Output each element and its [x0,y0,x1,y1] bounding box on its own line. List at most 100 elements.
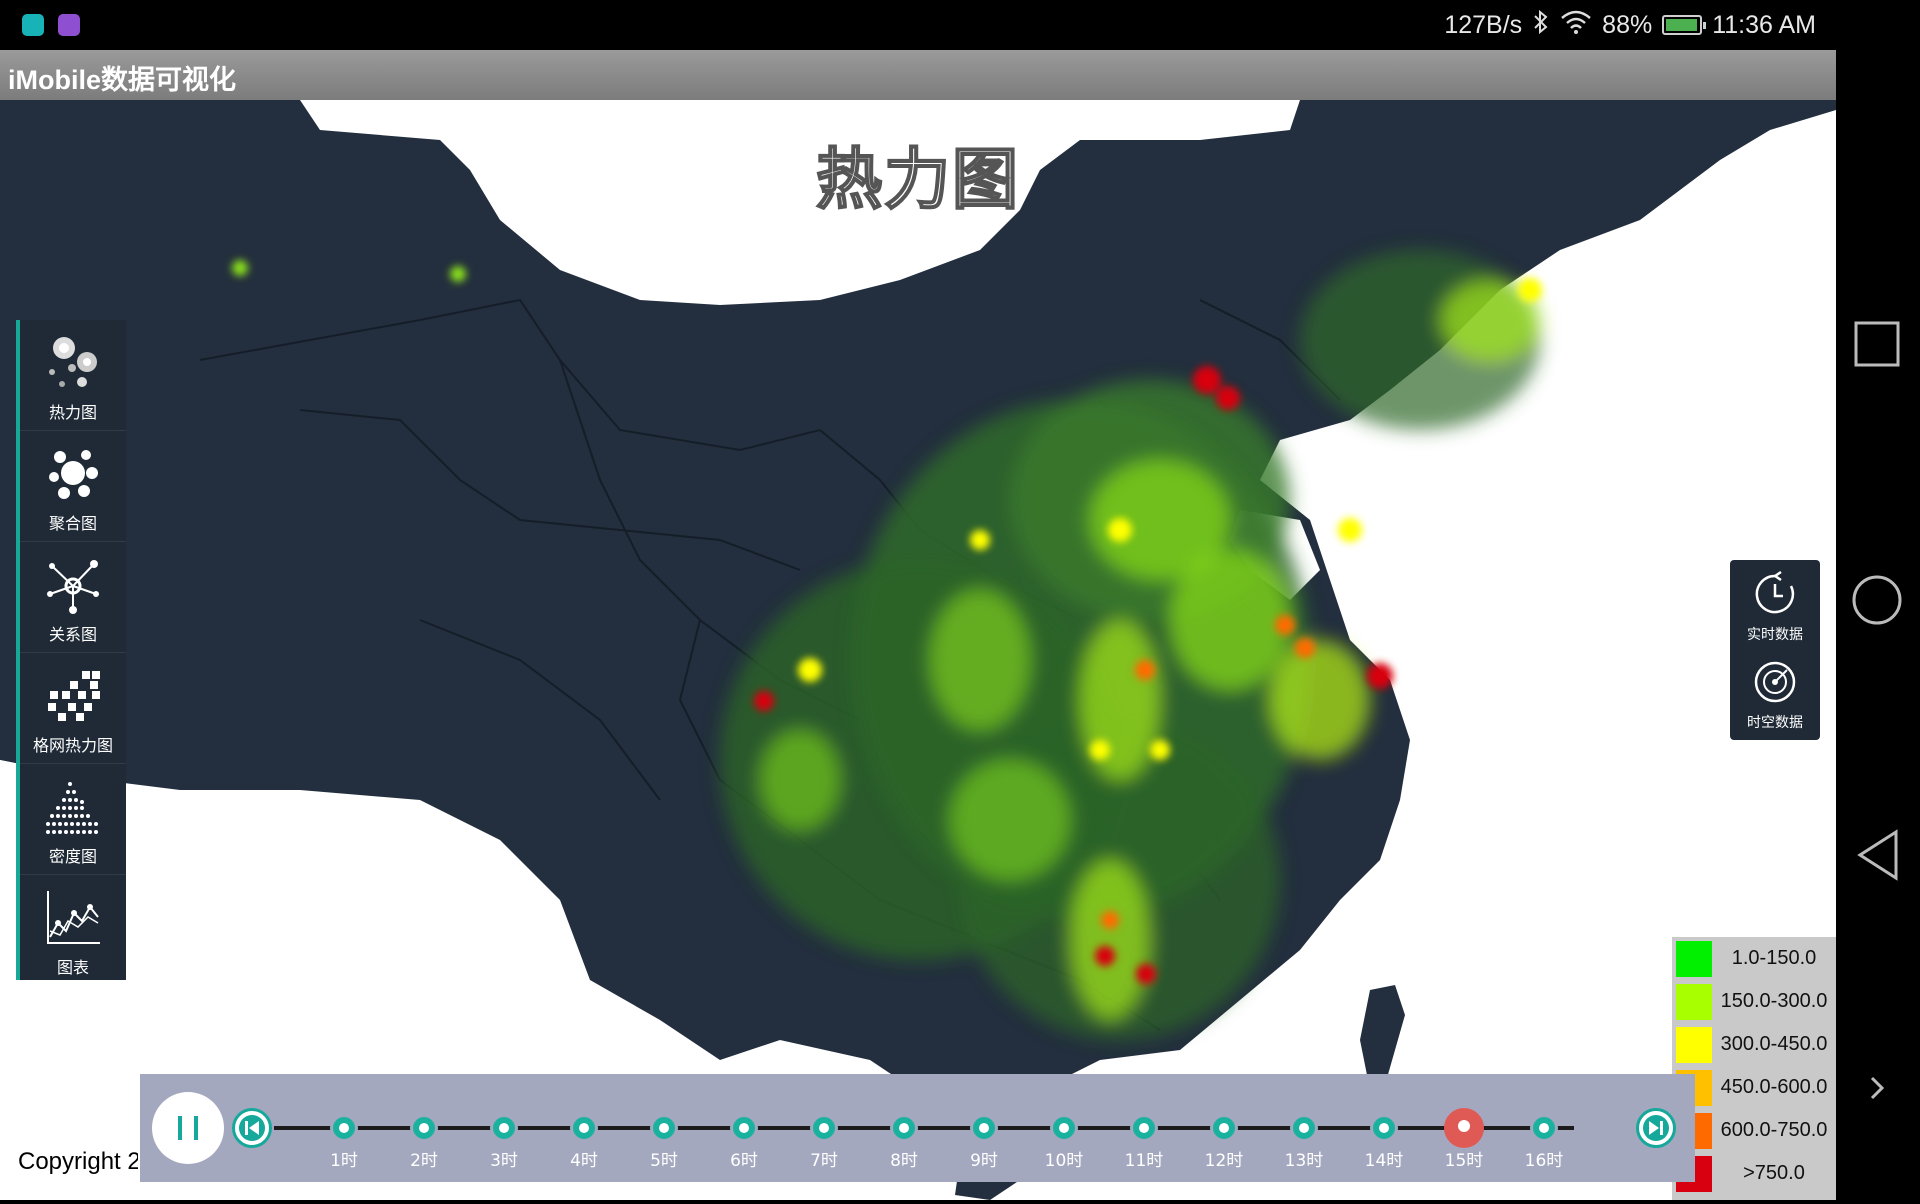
timeline-tick-label: 2时 [410,1151,438,1171]
timeline-tick[interactable] [890,1114,918,1142]
cluster-icon [49,450,98,499]
clock-refresh-icon [1755,570,1795,614]
timeline-tick-label: 7时 [810,1151,838,1171]
tool-label: 图表 [56,958,89,977]
map-view[interactable]: 热力图 [0,100,1836,1200]
legend-swatch [1676,983,1712,1020]
legend-item: 1.0-150.0 [1676,937,1834,980]
gallery-notification-icon [58,14,80,36]
timeline-tick[interactable] [570,1114,598,1142]
system-navigation-bar [1836,0,1920,1200]
tool-chart[interactable]: 图表 [20,875,126,985]
timeline-tick-label: 5时 [650,1151,678,1171]
spatiotemporal-data-button[interactable]: 时空数据 [1730,658,1820,732]
legend-label: >750.0 [1743,1162,1805,1184]
timeline-tick[interactable] [1050,1114,1078,1142]
skip-back-icon [239,1115,265,1141]
pause-icon [178,1116,198,1140]
tool-cluster[interactable]: 聚合图 [20,431,126,542]
tool-label: 聚合图 [48,514,97,533]
timeline-tick-label: 10时 [1044,1151,1084,1171]
status-bar: 127B/s 88% 11:36 AM [0,0,1836,50]
clock: 11:36 AM [1712,10,1816,39]
visualization-toolbar: 热力图 聚合图 关系图 格网热力图 密度图 图表 [16,320,126,980]
spatiotemporal-data-label: 时空数据 [1747,715,1803,731]
legend-label: 450.0-600.0 [1720,1076,1828,1098]
pause-button[interactable] [152,1092,224,1164]
legend-label: 300.0-450.0 [1720,1033,1828,1055]
tool-label: 密度图 [48,847,97,866]
back-button[interactable] [1857,829,1898,881]
legend-item: 150.0-300.0 [1676,980,1834,1023]
timeline-tick-label: 11时 [1124,1151,1164,1171]
bluetooth-icon [1532,9,1550,42]
legend-swatch [1676,1026,1712,1063]
realtime-data-label: 实时数据 [1747,627,1803,643]
home-button[interactable] [1852,575,1902,625]
copyright-text: Copyright 2 [18,1148,138,1175]
tool-label: 热力图 [48,403,97,422]
tool-heatmap[interactable]: 热力图 [20,320,126,431]
timeline-tick-label: 6时 [730,1151,758,1171]
timeline-tick-label: 9时 [970,1151,998,1171]
legend-item: >750.0 [1676,1152,1834,1195]
timeline-tick[interactable] [410,1114,438,1142]
recents-button[interactable] [1854,321,1900,367]
tool-relation-graph[interactable]: 关系图 [20,542,126,653]
nav-buttons [1852,321,1902,1100]
legend-label: 150.0-300.0 [1720,990,1828,1012]
chart-icon [47,891,100,944]
expand-chevron-icon[interactable] [1870,1076,1885,1100]
heatmap-icon [49,337,97,387]
battery-percent: 88% [1602,10,1653,39]
density-icon [46,782,98,834]
app-title-bar: iMobile数据可视化 [0,50,1836,100]
legend-label: 1.0-150.0 [1731,947,1817,969]
app-notification-icon [22,14,44,36]
timeline-tick[interactable] [1370,1114,1398,1142]
legend-item: 300.0-450.0 [1676,1023,1834,1066]
timeline-tick[interactable] [1130,1114,1158,1142]
realtime-data-button[interactable]: 实时数据 [1730,570,1820,644]
relation-graph-icon [47,560,99,614]
battery-icon [1662,15,1707,35]
timeline-tick[interactable] [650,1114,678,1142]
timeline-tick[interactable] [730,1114,758,1142]
timeline-tick-label: 14时 [1364,1151,1404,1171]
tool-label: 格网热力图 [32,736,113,755]
app-title: iMobile数据可视化 [8,65,236,95]
timeline-tick-label: 1时 [330,1151,358,1171]
map-title: 热力图 [815,140,1020,219]
skip-to-end-button[interactable] [1636,1108,1676,1148]
wifi-icon [1560,10,1592,41]
timeline-tick[interactable] [1530,1114,1558,1142]
legend-item: 450.0-600.0 [1676,1066,1834,1109]
timeline-tick[interactable] [490,1114,518,1142]
timeline-tick[interactable] [330,1114,358,1142]
timeline-tick[interactable] [1210,1114,1238,1142]
timeline-current-marker[interactable] [1444,1108,1484,1148]
tool-label: 关系图 [48,625,97,644]
legend-item: 600.0-750.0 [1676,1109,1834,1152]
timeline-tick-label: 8时 [890,1151,918,1171]
heat-legend: 1.0-150.0 150.0-300.0 300.0-450.0 450.0-… [1672,937,1836,1200]
network-speed: 127B/s [1444,10,1523,39]
timeline-tick-label: 13时 [1284,1151,1324,1171]
legend-swatch [1676,940,1712,977]
timeline-tick[interactable] [810,1114,838,1142]
grid-heatmap-icon [48,671,100,721]
timeline-player: 1时 2时 3时 4时 5时 6时 7时 8时 9时 10时 11时 12时 13时 14时 15时 16时 [140,1074,1695,1182]
timeline-tick-label: 16时 [1524,1151,1564,1171]
tool-grid-heatmap[interactable]: 格网热力图 [20,653,126,764]
timeline-tick-label: 15时 [1444,1151,1484,1171]
timeline-tick[interactable] [1290,1114,1318,1142]
data-mode-panel: 实时数据 时空数据 [1730,560,1820,740]
legend-label: 600.0-750.0 [1720,1119,1828,1141]
china-map [0,100,1836,1200]
tool-density[interactable]: 密度图 [20,764,126,875]
skip-forward-icon [1643,1115,1669,1141]
skip-to-start-button[interactable] [232,1108,272,1148]
status-indicators: 127B/s 88% 11:36 AM [1444,8,1816,42]
timeline-tick[interactable] [970,1114,998,1142]
timeline-tick-label: 4时 [570,1151,598,1171]
